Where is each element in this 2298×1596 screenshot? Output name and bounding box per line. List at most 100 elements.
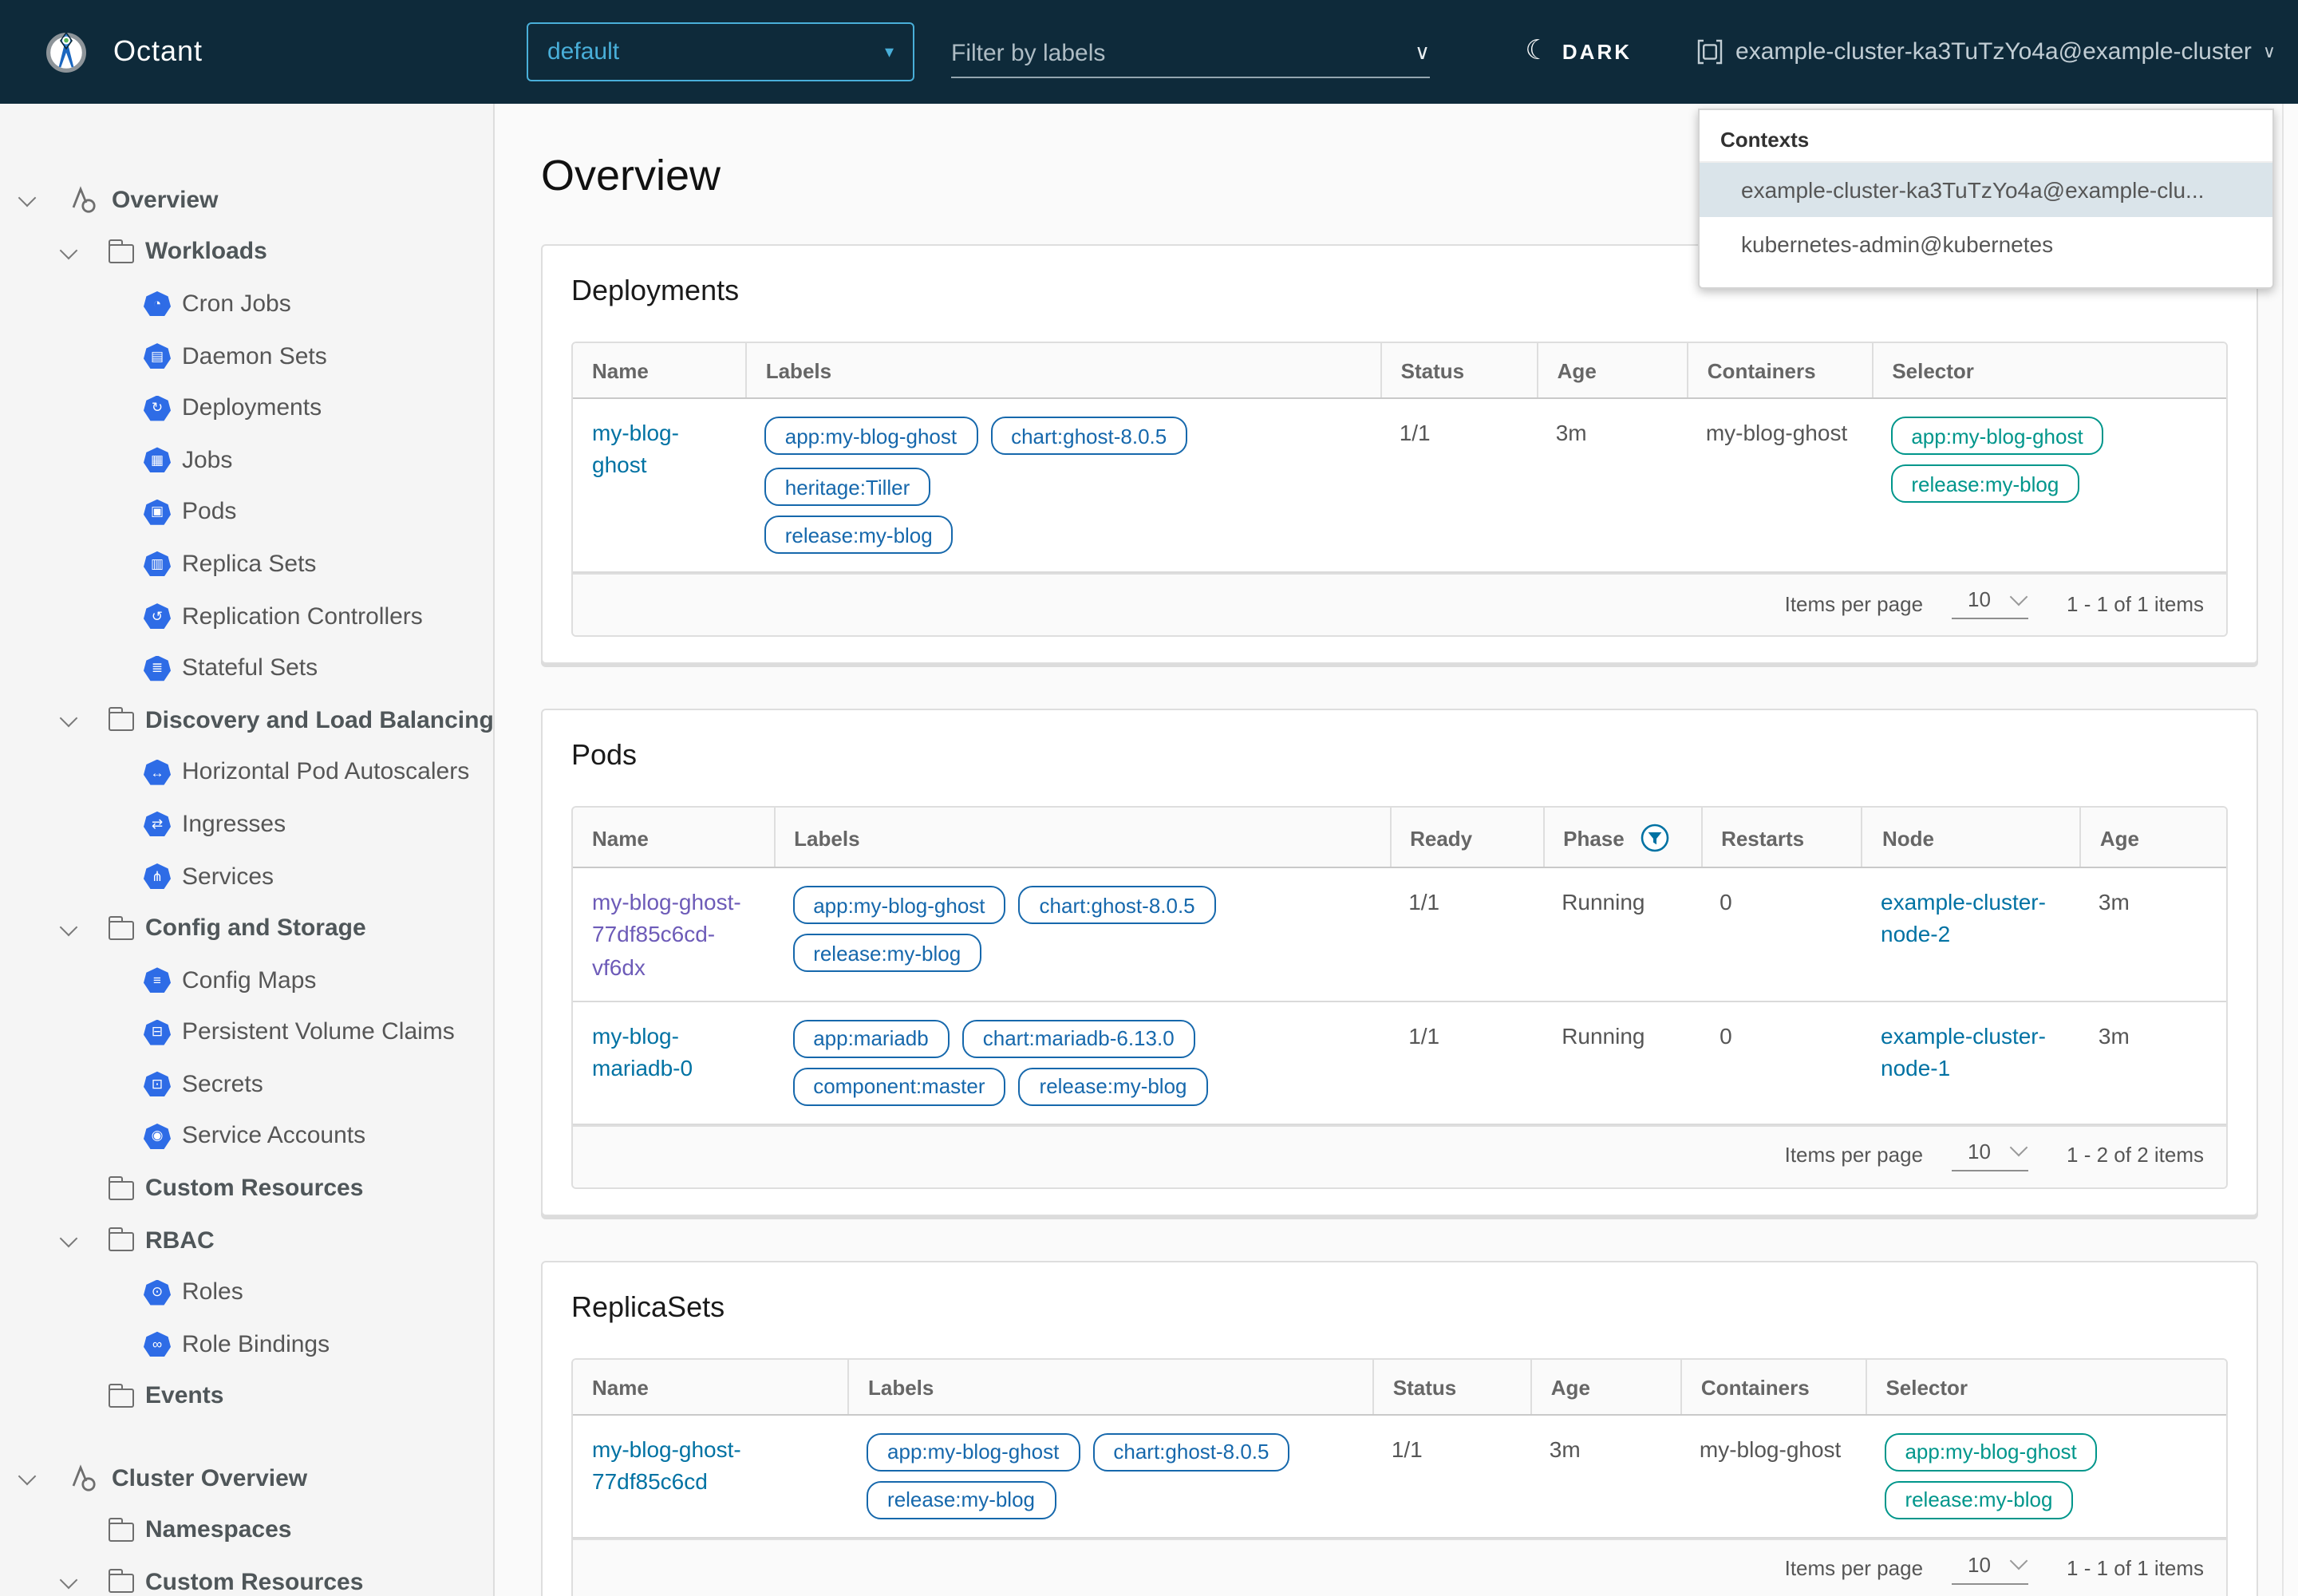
sidebar-item-ingresses[interactable]: ⇄Ingresses	[0, 798, 493, 850]
cronjob-icon: ◔	[144, 291, 171, 317]
sidebar-item-services[interactable]: ⋔Services	[0, 850, 493, 902]
items-per-page-select[interactable]: 10	[1952, 587, 2028, 619]
table-cell: Running	[1542, 1002, 1700, 1124]
selector-pill[interactable]: release:my-blog	[1890, 464, 2079, 503]
sidebar-item-events[interactable]: Events	[0, 1370, 493, 1422]
theme-toggle[interactable]: ☾ DARK	[1525, 36, 1632, 68]
label-pill[interactable]: release:my-blog	[764, 516, 954, 554]
cell-link[interactable]: my-blog-mariadb-0	[592, 1023, 693, 1081]
chevron-down-icon: ∨	[2263, 41, 2276, 62]
chevron-down-icon	[2010, 1552, 2028, 1570]
chevron-down-icon[interactable]	[16, 188, 41, 213]
chevron-down-icon[interactable]	[57, 1570, 83, 1595]
octant-compass-logo-icon	[45, 30, 88, 73]
selector-pill[interactable]: release:my-blog	[1884, 1481, 2073, 1519]
sidebar-item-label: Pods	[182, 499, 236, 526]
label-pill-row: release:my-blog	[792, 934, 1370, 972]
sidebar-item-config-maps[interactable]: ≡Config Maps	[0, 954, 493, 1006]
label-pill[interactable]: component:master	[792, 1068, 1005, 1106]
sidebar-item-replication-controllers[interactable]: ↺Replication Controllers	[0, 591, 493, 642]
sidebar-item-role-bindings[interactable]: ∞Role Bindings	[0, 1318, 493, 1370]
sidebar-item-service-accounts[interactable]: ◉Service Accounts	[0, 1110, 493, 1162]
namespace-selector[interactable]: default ▾	[527, 22, 914, 81]
label-pill[interactable]: app:mariadb	[792, 1020, 950, 1058]
chevron-down-icon[interactable]	[16, 1465, 41, 1491]
column-header-age: Age	[1530, 1360, 1680, 1414]
table-cell: app:mariadb chart:mariadb-6.13.0 component…	[773, 1002, 1389, 1124]
column-header-age: Age	[1537, 343, 1687, 397]
label-filter-input[interactable]	[951, 39, 1402, 66]
chevron-down-icon[interactable]	[57, 915, 83, 941]
sidebar-item-custom-resources[interactable]: Custom Resources	[0, 1556, 493, 1596]
sidebar-item-replica-sets[interactable]: ▥Replica Sets	[0, 538, 493, 590]
cell-link[interactable]: my-blog-ghost	[592, 420, 679, 478]
column-header-labels: Labels	[745, 343, 1380, 397]
sidebar-item-namespaces[interactable]: Namespaces	[0, 1504, 493, 1556]
main-content: Overview DeploymentsNameLabelsStatusAgeC…	[495, 104, 2282, 1596]
items-per-page-select[interactable]: 10	[1952, 1140, 2028, 1171]
selector-pill[interactable]: app:my-blog-ghost	[1884, 1433, 2097, 1472]
deployments-table: NameLabelsStatusAgeContainersSelectormy-…	[571, 342, 2228, 637]
sidebar-item-discovery-and-load-balancing[interactable]: Discovery and Load Balancing	[0, 694, 493, 746]
column-header-label: Ready	[1410, 826, 1472, 850]
sidebar-item-jobs[interactable]: ▦Jobs	[0, 434, 493, 486]
label-pill[interactable]: chart:ghost-8.0.5	[1019, 886, 1216, 924]
table-cell: my-blog-ghost-77df85c6cd-vf6dx	[573, 868, 773, 1001]
sidebar-item-overview[interactable]: Overview	[0, 174, 493, 226]
sidebar-item-workloads[interactable]: Workloads	[0, 226, 493, 278]
chevron-down-icon[interactable]	[57, 1227, 83, 1253]
label-pill[interactable]: chart:ghost-8.0.5	[990, 417, 1187, 455]
label-pill[interactable]: chart:mariadb-6.13.0	[962, 1020, 1195, 1058]
scrollbar-track[interactable]	[2282, 104, 2298, 1596]
sidebar-item-custom-resources[interactable]: Custom Resources	[0, 1163, 493, 1215]
sidebar-item-roles[interactable]: ⊙Roles	[0, 1266, 493, 1318]
cell-link[interactable]: example-cluster-node-1	[1881, 1023, 2046, 1081]
label-pill[interactable]: chart:ghost-8.0.5	[1092, 1433, 1289, 1472]
label-pill[interactable]: app:my-blog-ghost	[764, 417, 977, 455]
label-pill[interactable]: release:my-blog	[1019, 1068, 1208, 1106]
sidebar-item-cron-jobs[interactable]: ◔Cron Jobs	[0, 278, 493, 330]
cell-link[interactable]: my-blog-ghost-77df85c6cd-vf6dx	[592, 889, 741, 979]
context-menu-item[interactable]: kubernetes-admin@kubernetes	[1700, 217, 2272, 271]
items-per-page-value: 10	[1968, 1553, 1991, 1577]
chevron-down-icon[interactable]: ∨	[1415, 40, 1430, 65]
job-icon: ▦	[144, 448, 171, 473]
applications-icon	[69, 186, 101, 215]
statefulset-icon: ≣	[144, 655, 171, 681]
context-menu-item[interactable]: example-cluster-ka3TuTzYo4a@example-clu.…	[1700, 163, 2272, 217]
sidebar-item-config-and-storage[interactable]: Config and Storage	[0, 903, 493, 954]
cell-link[interactable]: my-blog-ghost-77df85c6cd	[592, 1436, 741, 1495]
column-header-label: Labels	[766, 359, 831, 383]
table-cell: my-blog-ghost	[1680, 1416, 1866, 1537]
sidebar-item-persistent-volume-claims[interactable]: ⊟Persistent Volume Claims	[0, 1006, 493, 1058]
selector-pill[interactable]: app:my-blog-ghost	[1890, 417, 2103, 455]
label-pill[interactable]: app:my-blog-ghost	[792, 886, 1005, 924]
column-header-status: Status	[1372, 1360, 1530, 1414]
label-pill[interactable]: release:my-blog	[792, 934, 981, 972]
sidebar-item-secrets[interactable]: ⊡Secrets	[0, 1058, 493, 1110]
cell-text: 0	[1720, 889, 1732, 915]
sidebar-nav: OverviewWorkloads◔Cron Jobs▤Daemon Sets↻…	[0, 104, 495, 1596]
filter-icon[interactable]	[1641, 824, 1669, 852]
folder-icon-shape	[109, 1389, 134, 1408]
sidebar-item-cluster-overview[interactable]: Cluster Overview	[0, 1452, 493, 1504]
sidebar-item-label: Horizontal Pod Autoscalers	[182, 759, 469, 786]
folder-icon	[109, 241, 134, 263]
sidebar-item-pods[interactable]: ▣Pods	[0, 486, 493, 538]
sidebar-item-rbac[interactable]: RBAC	[0, 1215, 493, 1266]
cell-link[interactable]: example-cluster-node-2	[1881, 889, 2046, 947]
label-pill[interactable]: app:my-blog-ghost	[867, 1433, 1080, 1472]
items-per-page-select[interactable]: 10	[1952, 1553, 2028, 1585]
label-pill-row: app:my-blog-ghost chart:ghost-8.0.5 herita…	[764, 417, 1361, 506]
context-switcher[interactable]: example-cluster-ka3TuTzYo4a@example-clus…	[1696, 38, 2276, 65]
sidebar-item-horizontal-pod-autoscalers[interactable]: ↔Horizontal Pod Autoscalers	[0, 746, 493, 798]
sidebar-item-daemon-sets[interactable]: ▤Daemon Sets	[0, 330, 493, 382]
column-header-label: Age	[2100, 826, 2139, 850]
sidebar-item-stateful-sets[interactable]: ≣Stateful Sets	[0, 642, 493, 694]
chevron-down-icon[interactable]	[57, 707, 83, 733]
label-pill[interactable]: heritage:Tiller	[764, 468, 931, 506]
table-row: my-blog-ghost app:my-blog-ghost chart:ghos…	[573, 399, 2226, 573]
sidebar-item-deployments[interactable]: ↻Deployments	[0, 382, 493, 434]
chevron-down-icon[interactable]	[57, 239, 83, 265]
label-pill[interactable]: release:my-blog	[867, 1481, 1056, 1519]
